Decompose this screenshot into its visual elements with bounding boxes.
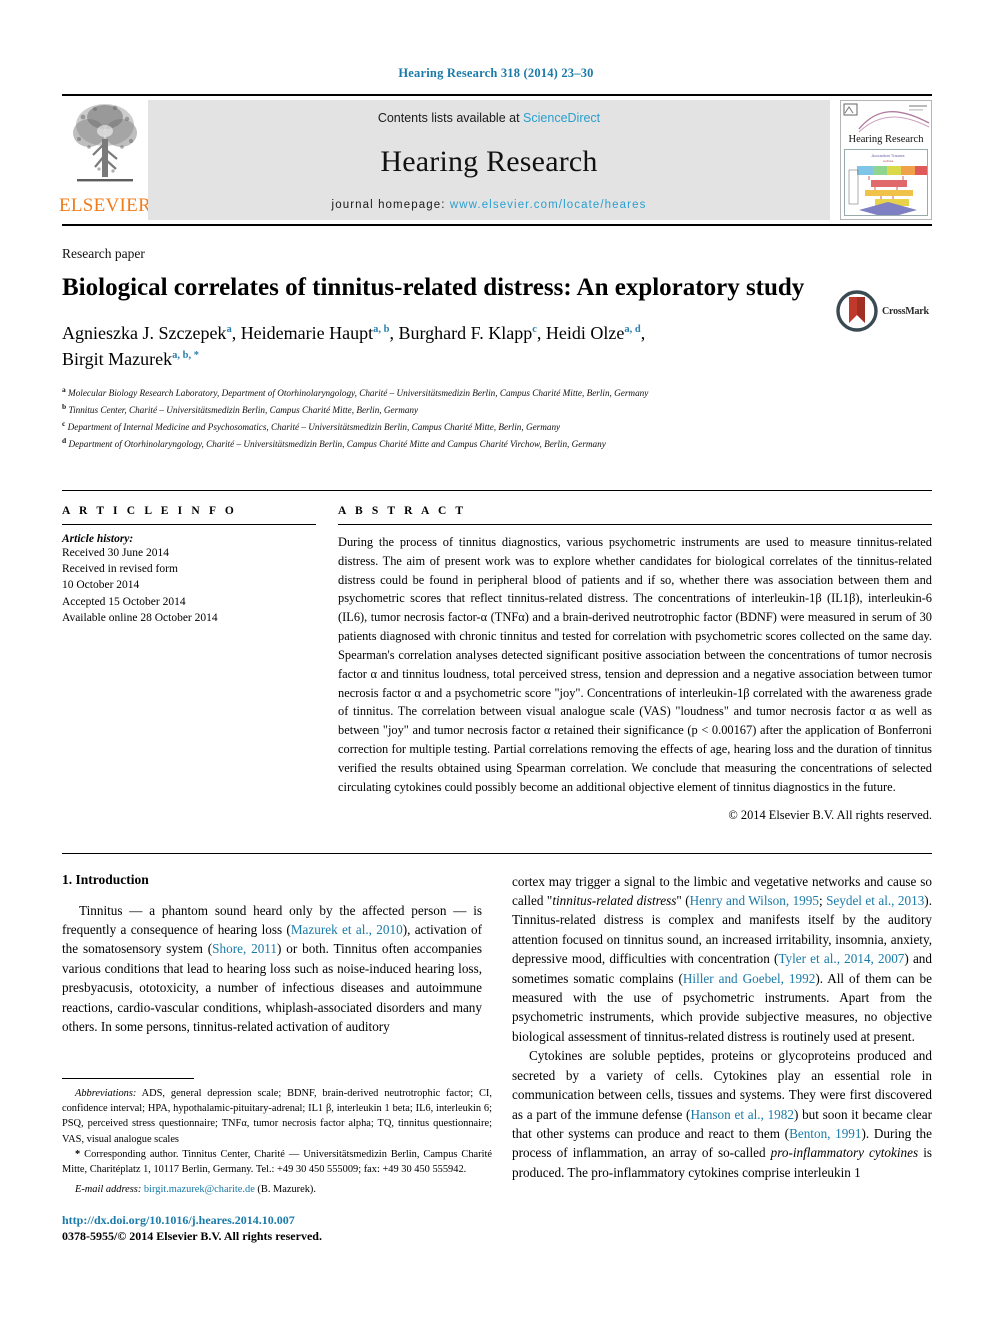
emphasis-text: pro-inflammatory cytokines [770,1145,919,1161]
citation-link[interactable]: Henry and Wilson, 1995 [690,893,819,908]
journal-homepage-line: journal homepage: www.elsevier.com/locat… [332,199,647,211]
journal-homepage-link[interactable]: www.elsevier.com/locate/heares [450,199,647,211]
author-affil-mark: a, b [373,323,390,335]
author-name[interactable]: Burghard F. Klapp [398,323,532,343]
email-suffix: (B. Mazurek). [254,1184,316,1196]
article-info-column: A R T I C L E I N F O Article history: R… [62,505,338,823]
author-affil-mark: a, b, * [172,349,199,361]
affiliation-item: d Department of Otorhinolaryngology, Cha… [62,435,932,452]
author-affil-mark: a, d [624,323,641,335]
email-footnote: E-mail address: birgit.mazurek@charite.d… [62,1182,492,1197]
abstract-heading: A B S T R A C T [338,504,467,517]
author-affil-mark: c [532,323,537,335]
affiliation-mark: b [62,401,67,411]
footnote-divider [62,1078,194,1079]
section-heading-introduction: 1. Introduction [62,871,149,887]
citation-link[interactable]: Benton, 1991 [789,1126,861,1141]
homepage-prefix: journal homepage: [331,199,446,211]
info-abstract-section: A R T I C L E I N F O Article history: R… [62,489,932,823]
masthead-banner: Contents lists available at ScienceDirec… [148,100,830,220]
cover-diagram-icon: Acoustical Trauma cochlea [845,150,927,215]
corresponding-author-footnote: * Corresponding author. Tinnitus Center,… [62,1147,492,1177]
abstract-column: A B S T R A C T During the process of ti… [338,505,932,823]
affiliation-list: a Molecular Biology Research Laboratory,… [62,384,932,452]
footer-identifiers: http://dx.doi.org/10.1016/j.heares.2014.… [62,1213,322,1244]
affiliation-text: Tinnitus Center, Charité – Universitätsm… [68,404,419,415]
journal-masthead: ELSEVIER Contents lists available at Sci… [58,94,932,226]
citation-link[interactable]: Shore, 2011 [212,941,277,956]
article-title: Biological correlates of tinnitus-relate… [62,274,805,301]
corresponding-author-text: Corresponding author. Tinnitus Center, C… [62,1148,492,1175]
svg-text:cochlea: cochlea [883,159,894,163]
author-name[interactable]: Agnieszka J. Szczepek [62,323,226,343]
article-type: Research paper [62,246,145,261]
citation-link[interactable]: Hiller and Goebel, 1992 [683,971,815,986]
divider [338,523,932,525]
article-history-item: 10 October 2014 [62,579,140,592]
emphasis-text: tinnitus-related distress [552,893,677,909]
affiliation-mark: a [62,384,66,394]
cover-header: Hearing Research [841,101,931,147]
affiliation-item: c Department of Internal Medicine and Ps… [62,418,932,435]
contents-available-line: Contents lists available at ScienceDirec… [378,111,600,125]
divider [62,852,932,854]
crossmark-label: CrossMark [882,305,929,317]
author-list: Agnieszka J. Szczepeka, Heidemarie Haupt… [62,322,646,369]
sciencedirect-link[interactable]: ScienceDirect [523,111,600,125]
crossmark-badge[interactable]: CrossMark [836,288,932,334]
article-info-heading: A R T I C L E I N F O [62,504,237,517]
affiliation-item: b Tinnitus Center, Charité – Universität… [62,401,932,418]
article-history-item: Received in revised form [62,563,178,576]
email-link[interactable]: birgit.mazurek@charite.de [144,1184,255,1195]
article-history-item: Received 30 June 2014 [62,546,169,559]
article-history-item: Accepted 15 October 2014 [62,595,186,608]
journal-title: Hearing Research [380,145,598,178]
affiliation-text: Department of Otorhinolaryngology, Chari… [68,438,606,449]
article-history-item: Available online 28 October 2014 [62,612,218,625]
elsevier-wordmark: ELSEVIER [58,195,152,216]
footnote-block: Abbreviations: ADS, general depression s… [62,1078,492,1197]
doi-link[interactable]: http://dx.doi.org/10.1016/j.heares.2014.… [62,1213,322,1228]
cover-figure: Acoustical Trauma cochlea [844,149,928,216]
body-column-right: cortex may trigger a signal to the limbi… [512,872,932,1183]
abstract-copyright: © 2014 Elsevier B.V. All rights reserved… [728,807,932,822]
journal-cover-thumbnail[interactable]: Hearing Research Acoustical Trauma cochl… [840,100,932,220]
citation-link[interactable]: Seydel et al., 2013 [826,893,924,908]
affiliation-text: Molecular Biology Research Laboratory, D… [68,388,649,398]
article-history-label: Article history: [62,532,134,545]
paragraph-text: ; [818,893,827,909]
issn-copyright-line: 0378-5955/© 2014 Elsevier B.V. All right… [62,1229,322,1243]
citation-link[interactable]: Tyler et al., 2014, 2007 [778,951,904,966]
abbreviations-footnote: Abbreviations: ADS, general depression s… [62,1086,492,1147]
author-affil-mark: a [226,323,232,335]
affiliation-text: Department of Internal Medicine and Psyc… [67,421,561,432]
crossmark-icon [836,290,878,332]
author-name[interactable]: Birgit Mazurek [62,349,172,369]
article-content: Research paper Biological correlates of … [62,246,932,1182]
abstract-text: During the process of tinnitus diagnosti… [338,534,932,794]
running-head: Hearing Research 318 (2014) 23–30 [398,66,594,80]
elsevier-logo: ELSEVIER [58,96,152,224]
cover-journal-title: Hearing Research [848,134,924,145]
citation-link[interactable]: Mazurek et al., 2010 [291,922,403,937]
intro-paragraph: Tinnitus — a phantom sound heard only by… [62,901,482,1037]
journal-article-page: Hearing Research 318 (2014) 23–30 ELSEVI… [0,0,992,1323]
affiliation-mark: c [62,418,66,428]
contents-prefix: Contents lists available at [377,111,520,125]
divider [62,523,316,525]
intro-paragraph-continued: cortex may trigger a signal to the limbi… [512,872,932,1047]
cytokines-paragraph: Cytokines are soluble peptides, proteins… [512,1046,932,1182]
paragraph-text: " ( [676,893,690,909]
elsevier-tree-icon [73,104,137,182]
affiliation-mark: d [62,435,67,445]
author-name[interactable]: Heidi Olze [546,323,624,343]
citation-link[interactable]: Hanson et al., 1982 [690,1107,794,1122]
author-name[interactable]: Heidemarie Haupt [241,323,373,343]
abbreviations-label: Abbreviations: [75,1088,137,1099]
svg-text:Acoustical Trauma: Acoustical Trauma [872,153,906,158]
affiliation-item: a Molecular Biology Research Laboratory,… [62,384,932,401]
email-label: E-mail address: [75,1184,142,1196]
